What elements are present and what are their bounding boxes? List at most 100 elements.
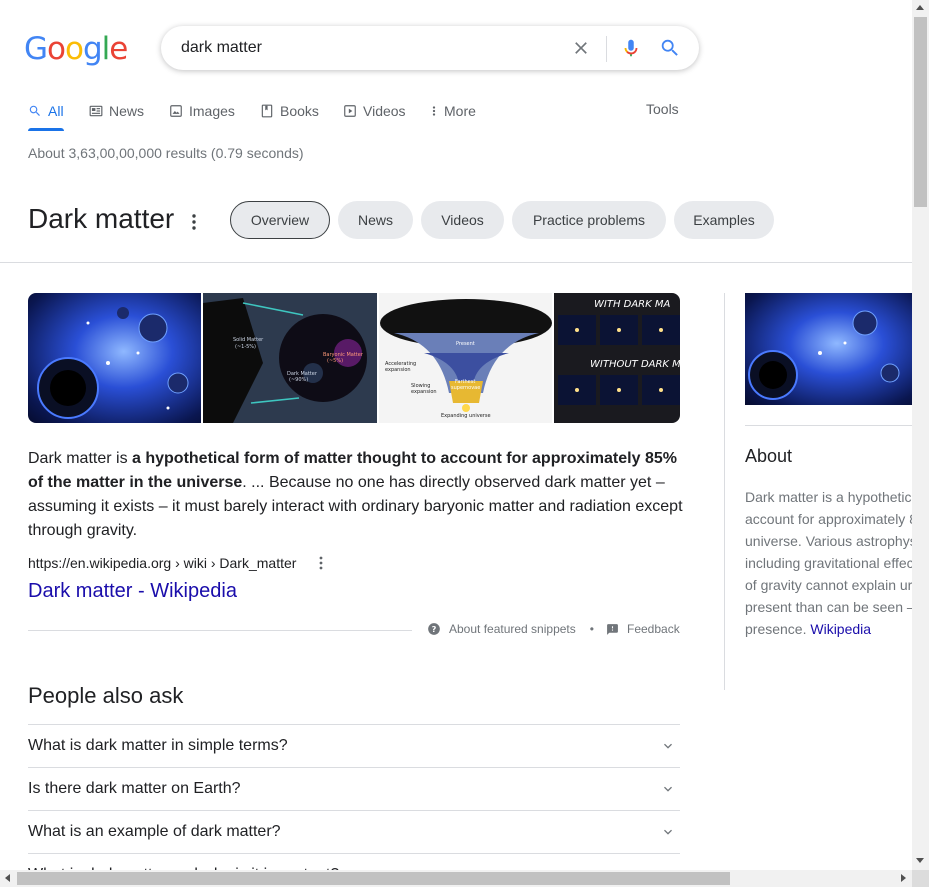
- svg-text:(~5%): (~5%): [327, 358, 343, 364]
- logo-letter: G: [24, 31, 48, 67]
- description-text: presence.: [745, 621, 811, 637]
- tab-label: News: [109, 103, 145, 119]
- tab-label: Images: [189, 103, 235, 119]
- feedback-button[interactable]: Feedback: [606, 622, 680, 636]
- search-icon: [29, 105, 40, 116]
- tab-label: More: [444, 103, 476, 119]
- about-featured-snippets[interactable]: ? About featured snippets •: [427, 622, 594, 636]
- tab-images[interactable]: Images: [169, 101, 235, 121]
- description-line: Dark matter is a hypothetic: [745, 489, 912, 505]
- svg-text:?: ?: [432, 624, 437, 634]
- tab-books[interactable]: Books: [260, 101, 319, 121]
- more-vert-icon[interactable]: [186, 212, 202, 232]
- active-tab-indicator: [28, 128, 64, 131]
- scroll-up-arrow-icon[interactable]: [916, 5, 924, 10]
- svg-text:(~1-5%): (~1-5%): [235, 344, 256, 350]
- google-logo[interactable]: Google: [24, 31, 128, 67]
- chip-label: Overview: [250, 212, 310, 228]
- chevron-down-icon: [664, 829, 672, 835]
- chip-label: Videos: [441, 212, 484, 228]
- description-line: of gravity cannot explain ur: [745, 577, 912, 593]
- feedback-label: Feedback: [627, 622, 680, 636]
- chevron-down-icon: [664, 786, 672, 792]
- svg-text:WITHOUT DARK MA: WITHOUT DARK MA: [590, 359, 680, 370]
- search-box: [161, 26, 699, 70]
- paa-question[interactable]: What is dark matter in simple terms?: [28, 724, 680, 767]
- kp-title: Dark matter: [28, 203, 175, 234]
- close-icon[interactable]: [571, 38, 591, 58]
- search-input[interactable]: [181, 37, 561, 59]
- kp-about-heading: About: [745, 446, 793, 466]
- svg-text:Present: Present: [456, 341, 475, 347]
- vertical-scrollbar-thumb[interactable]: [914, 17, 927, 207]
- video-icon: [344, 105, 356, 117]
- wikipedia-link[interactable]: Wikipedia: [810, 621, 871, 637]
- divider: [28, 630, 412, 631]
- scroll-right-arrow-icon[interactable]: [901, 874, 906, 882]
- chip-videos[interactable]: Videos: [421, 201, 504, 239]
- kp-image[interactable]: [745, 293, 912, 405]
- tab-label: All: [48, 103, 64, 119]
- description-line: presence. Wikipedia: [745, 618, 912, 640]
- scroll-left-arrow-icon[interactable]: [5, 874, 10, 882]
- scrollbar-corner: [912, 870, 929, 887]
- chip-label: Examples: [693, 212, 755, 228]
- description-line: including gravitational effec: [745, 555, 912, 571]
- about-label: About featured snippets: [449, 622, 576, 636]
- microphone-icon[interactable]: [620, 37, 642, 59]
- svg-text:(~90%): (~90%): [289, 377, 308, 383]
- logo-letter: g: [82, 31, 103, 67]
- paa-question-text: What is an example of dark matter?: [28, 823, 281, 840]
- chip-practice-problems[interactable]: Practice problems: [512, 201, 666, 239]
- more-vert-icon[interactable]: [315, 555, 327, 571]
- logo-letter: e: [109, 31, 128, 67]
- logo-letter: o: [65, 31, 84, 67]
- chip-examples[interactable]: Examples: [674, 201, 774, 239]
- tab-all[interactable]: All: [28, 101, 64, 121]
- tab-videos[interactable]: Videos: [343, 101, 406, 121]
- scroll-down-arrow-icon[interactable]: [916, 858, 924, 863]
- tab-label: Books: [280, 103, 319, 119]
- chip-label: News: [357, 212, 393, 228]
- tools-button[interactable]: Tools: [646, 101, 679, 117]
- image-icon: [170, 105, 182, 117]
- result-title-link[interactable]: Dark matter - Wikipedia: [28, 580, 237, 603]
- result-url: https://en.wikipedia.org › wiki › Dark_m…: [28, 555, 297, 571]
- tab-news[interactable]: News: [89, 101, 144, 121]
- svg-text:Expanding universe: Expanding universe: [441, 413, 491, 419]
- logo-letter: l: [101, 31, 111, 67]
- chip-label: Practice problems: [532, 212, 646, 228]
- result-stats: About 3,63,00,00,000 results (0.79 secon…: [28, 145, 304, 161]
- search-icon[interactable]: [659, 37, 681, 59]
- news-icon: [89, 105, 103, 117]
- paa-question-text: What is dark matter in simple terms?: [28, 737, 288, 754]
- image-thumbnail[interactable]: WITH DARK MA WITHOUT DARK MA: [554, 293, 680, 423]
- svg-text:Solid Matter: Solid Matter: [233, 337, 264, 343]
- chip-news[interactable]: News: [338, 201, 413, 239]
- description-line: present than can be seen –: [745, 599, 912, 615]
- image-thumbnail[interactable]: Solid Matter (~1-5%) Dark Matter (~90%) …: [203, 293, 377, 423]
- kp-description: Dark matter is a hypothetic account for …: [745, 486, 912, 646]
- paa-question[interactable]: Is there dark matter on Earth?: [28, 767, 680, 810]
- snippet-text: Dark matter is: [28, 450, 133, 467]
- divider: [724, 293, 725, 690]
- svg-text:expansion: expansion: [385, 367, 411, 373]
- description-line: account for approximately 8: [745, 511, 912, 527]
- tab-more[interactable]: More: [430, 101, 476, 121]
- svg-text:WITH DARK MA: WITH DARK MA: [594, 299, 670, 310]
- svg-text:supernovae: supernovae: [451, 385, 480, 391]
- image-thumbnail[interactable]: [28, 293, 202, 423]
- image-thumbnail[interactable]: Present Accelerating expansion Farthest …: [378, 293, 553, 423]
- feedback-icon: [607, 623, 618, 635]
- paa-question-text: Is there dark matter on Earth?: [28, 780, 241, 797]
- search-divider: [606, 36, 607, 62]
- chip-overview[interactable]: Overview: [230, 201, 330, 239]
- paa-question[interactable]: What is an example of dark matter?: [28, 810, 680, 853]
- separator: •: [589, 622, 594, 636]
- description-line: universe. Various astrophys: [745, 533, 912, 549]
- logo-letter: o: [47, 31, 66, 67]
- divider: [0, 262, 912, 263]
- horizontal-scrollbar-thumb[interactable]: [17, 872, 730, 885]
- more-vert-icon: [432, 106, 436, 116]
- featured-snippet: Dark matter is a hypothetical form of ma…: [28, 447, 684, 543]
